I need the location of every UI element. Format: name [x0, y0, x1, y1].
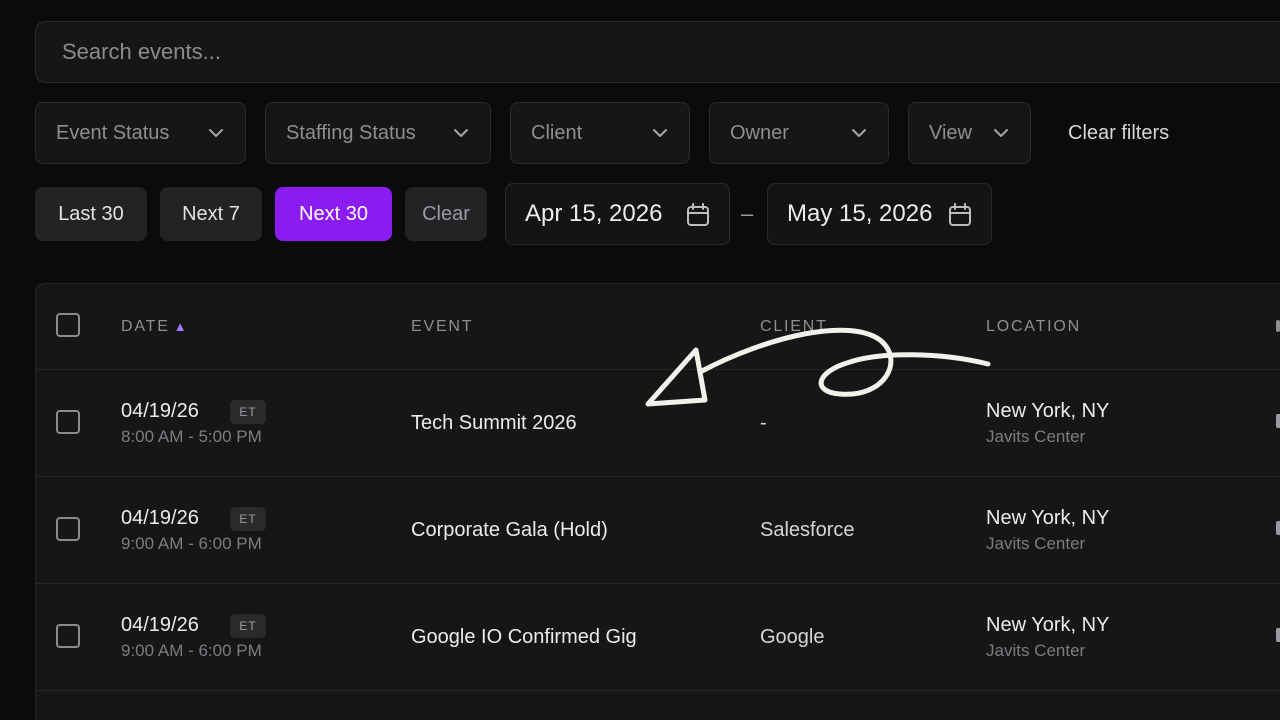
chevron-down-icon: [651, 124, 669, 142]
table-row[interactable]: 04/19/26 ET 9:00 AM - 6:00 PM Google IO …: [36, 584, 1280, 691]
row-date: 04/19/26: [121, 614, 199, 636]
row-overflow-edge: [1276, 414, 1280, 428]
search-bar[interactable]: [35, 21, 1280, 83]
row-time: 9:00 AM - 6:00 PM: [121, 641, 262, 660]
search-input[interactable]: [62, 39, 1280, 65]
row-event[interactable]: Tech Summit 2026: [411, 412, 577, 435]
row-date: 04/19/26: [121, 507, 199, 529]
row-location-venue: Javits Center: [986, 427, 1086, 446]
row-checkbox[interactable]: [56, 410, 80, 434]
row-date: 04/19/26: [121, 400, 199, 422]
timezone-badge: ET: [230, 507, 266, 531]
end-date-field[interactable]: May 15, 2026: [767, 183, 992, 245]
event-status-dropdown[interactable]: Event Status: [35, 102, 246, 164]
row-location-venue: Javits Center: [986, 641, 1086, 660]
date-range-separator: –: [741, 201, 754, 226]
next-30-button[interactable]: Next 30: [275, 187, 392, 241]
table-row[interactable]: 04/19/26 ET 9:00 AM - 6:00 PM Corporate …: [36, 477, 1280, 584]
row-checkbox[interactable]: [56, 517, 80, 541]
row-event[interactable]: Corporate Gala (Hold): [411, 519, 608, 542]
start-date-value: Apr 15, 2026: [525, 200, 663, 227]
filter-bar: Event Status Staffing Status Client Owne…: [35, 102, 1169, 164]
row-event[interactable]: Google IO Confirmed Gig: [411, 626, 637, 649]
location-column-header[interactable]: LOCATION: [986, 318, 1081, 336]
row-location-venue: Javits Center: [986, 534, 1086, 553]
events-page: Event Status Staffing Status Client Owne…: [0, 0, 1280, 720]
start-date-field[interactable]: Apr 15, 2026: [505, 183, 730, 245]
last-30-button[interactable]: Last 30: [35, 187, 147, 241]
row-location-city: New York, NY: [986, 400, 1110, 422]
row-client: -: [760, 412, 767, 434]
staffing-status-label: Staffing Status: [286, 121, 416, 144]
client-label: Client: [531, 121, 583, 144]
select-all-checkbox[interactable]: [56, 313, 80, 337]
quick-range-group: Last 30 Next 7 Next 30 Clear: [35, 187, 500, 241]
view-dropdown[interactable]: View: [908, 102, 1031, 164]
calendar-icon[interactable]: [685, 202, 711, 228]
clear-range-button[interactable]: Clear: [405, 187, 487, 241]
client-column-header[interactable]: CLIENT: [760, 318, 828, 336]
staffing-status-dropdown[interactable]: Staffing Status: [265, 102, 491, 164]
sort-up-icon: ▲: [173, 319, 189, 334]
next-column-header-edge: [1276, 320, 1280, 332]
calendar-icon[interactable]: [947, 202, 973, 228]
row-overflow-edge: [1276, 628, 1280, 642]
next-7-button[interactable]: Next 7: [160, 187, 262, 241]
view-label: View: [929, 121, 972, 144]
table-header: DATE ▲ EVENT CLIENT LOCATION: [36, 284, 1280, 370]
date-column-label: DATE: [121, 318, 170, 335]
row-client: Salesforce: [760, 519, 855, 541]
row-location-city: New York, NY: [986, 614, 1110, 636]
row-location-city: New York, NY: [986, 507, 1110, 529]
owner-label: Owner: [730, 121, 789, 144]
date-column-header[interactable]: DATE ▲: [121, 318, 188, 336]
event-column-header[interactable]: EVENT: [411, 318, 473, 336]
chevron-down-icon: [207, 124, 225, 142]
events-table: DATE ▲ EVENT CLIENT LOCATION 04/19/26 ET …: [35, 283, 1280, 720]
chevron-down-icon: [452, 124, 470, 142]
row-time: 9:00 AM - 6:00 PM: [121, 534, 262, 553]
row-overflow-edge: [1276, 521, 1280, 535]
timezone-badge: ET: [230, 400, 266, 424]
client-dropdown[interactable]: Client: [510, 102, 690, 164]
row-client: Google: [760, 626, 825, 648]
end-date-value: May 15, 2026: [787, 200, 933, 227]
owner-dropdown[interactable]: Owner: [709, 102, 889, 164]
row-checkbox[interactable]: [56, 624, 80, 648]
chevron-down-icon: [992, 124, 1010, 142]
timezone-badge: ET: [230, 614, 266, 638]
chevron-down-icon: [850, 124, 868, 142]
clear-filters-link[interactable]: Clear filters: [1068, 122, 1169, 145]
table-row[interactable]: 04/19/26 ET 8:00 AM - 5:00 PM Tech Summi…: [36, 370, 1280, 477]
row-time: 8:00 AM - 5:00 PM: [121, 427, 262, 446]
event-status-label: Event Status: [56, 121, 170, 144]
